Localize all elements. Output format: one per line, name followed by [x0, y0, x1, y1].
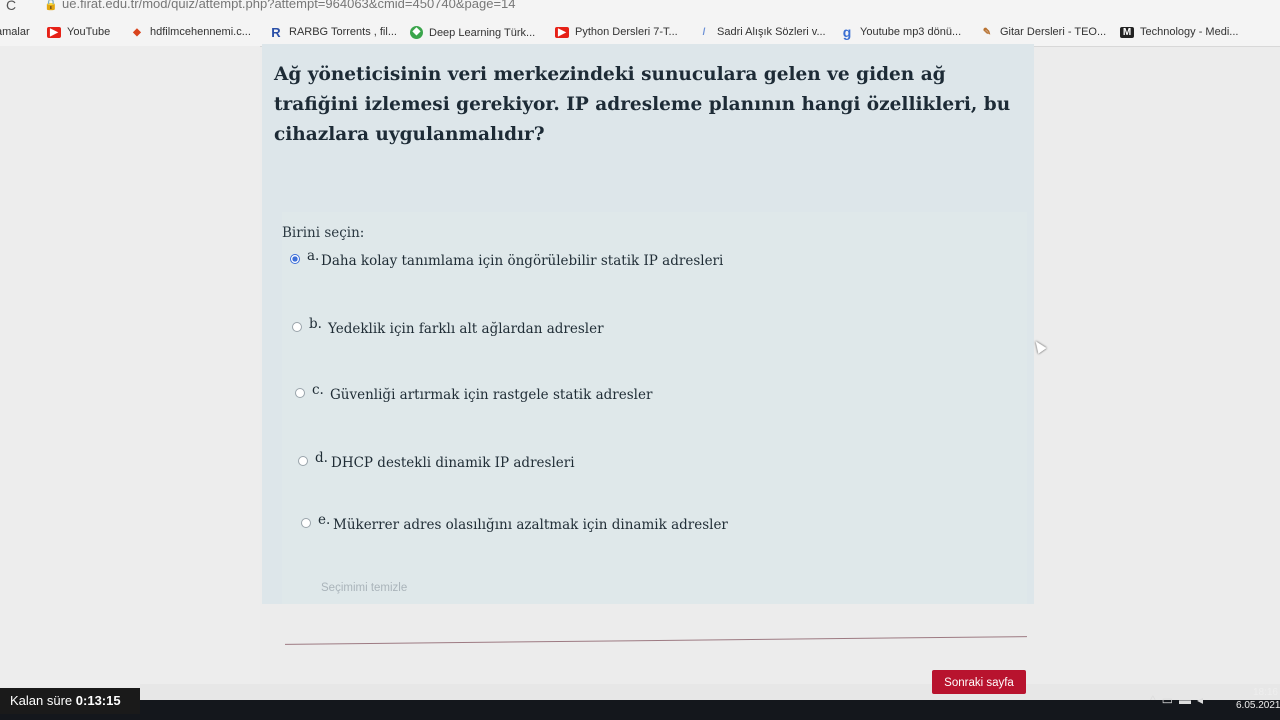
deep-learning-icon: ◆ — [410, 26, 423, 39]
divider — [285, 636, 1027, 645]
bookmark-item[interactable]: amalar — [0, 26, 30, 38]
bookmark-label: Gitar Dersleri - TEO... — [1000, 26, 1107, 38]
bookmark-item[interactable]: ◆ hdfilmcehennemi.c... — [130, 26, 251, 38]
option-letter: e. — [318, 512, 331, 528]
option-letter: b. — [309, 316, 322, 332]
address-bar[interactable]: C 🔒 ue.firat.edu.tr/mod/quiz/attempt.php… — [0, 0, 1280, 14]
option-text: Mükerrer adres olasılığını azaltmak için… — [333, 517, 728, 533]
chevron-up-icon[interactable]: ^ — [1150, 693, 1162, 707]
timer-value: 0:13:15 — [75, 693, 121, 708]
bookmark-item[interactable]: ▶ Python Dersleri 7-T... — [555, 26, 678, 38]
page-footer — [140, 684, 1280, 700]
timer: Kalan süre 0:13:15 — [0, 688, 140, 714]
option-letter: c. — [312, 382, 324, 398]
bookmark-item[interactable]: M Technology - Medi... — [1120, 26, 1238, 38]
bookmark-item[interactable]: ◆ Deep Learning Türk... — [410, 26, 535, 39]
browser-top: C 🔒 ue.firat.edu.tr/mod/quiz/attempt.php… — [0, 0, 1280, 47]
medium-icon: M — [1120, 26, 1134, 38]
bookmark-label: RARBG Torrents , fil... — [289, 26, 397, 38]
tray-icons[interactable]: ^▭▬◂ — [1150, 693, 1209, 707]
option-text: Daha kolay tanımlama için öngörülebilir … — [321, 253, 724, 269]
page-background — [0, 46, 260, 686]
taskbar-clock[interactable]: 18:16 6.05.2021 — [1236, 686, 1280, 712]
bookmark-item[interactable]: g Youtube mp3 dönü... — [840, 23, 962, 40]
reload-icon[interactable]: C — [6, 0, 16, 13]
g-icon: g — [842, 23, 852, 40]
option-text: Güvenliği artırmak için rastgele statik … — [330, 387, 653, 403]
bookmark-label: Technology - Medi... — [1140, 26, 1239, 38]
radio-button[interactable] — [301, 518, 311, 528]
bookmarks-bar: amalar ▶ YouTube ◆ hdfilmcehennemi.c... RR… — [0, 22, 1280, 44]
rarbg-icon: R — [271, 24, 281, 40]
radio-button[interactable] — [298, 456, 308, 466]
option-letter: a. — [307, 248, 320, 264]
option-text: Yedeklik için farklı alt ağlardan adresl… — [328, 321, 604, 337]
clock-date: 6.05.2021 — [1236, 700, 1280, 711]
clear-selection-link[interactable]: Seçimimi temizle — [321, 582, 407, 594]
lock-icon: 🔒 — [44, 0, 58, 11]
volume-icon[interactable]: ◂ — [1197, 693, 1209, 707]
radio-button-selected[interactable] — [290, 254, 300, 264]
bookmark-label: Python Dersleri 7-T... — [575, 26, 678, 38]
bookmark-label: Sadri Alışık Sözleri v... — [717, 26, 826, 38]
guitar-icon: ✎ — [982, 26, 992, 38]
bookmark-label: hdfilmcehennemi.c... — [150, 26, 251, 38]
bookmark-label: Deep Learning Türk... — [429, 26, 536, 39]
slash-icon: / — [702, 26, 706, 38]
bookmark-label: YouTube — [67, 26, 111, 38]
option-letter: d. — [315, 450, 328, 466]
bookmark-item[interactable]: / Sadri Alışık Sözleri v... — [697, 26, 826, 38]
bookmark-item[interactable]: ✎ Gitar Dersleri - TEO... — [980, 26, 1106, 38]
battery-icon[interactable]: ▬ — [1179, 693, 1197, 707]
option-text: DHCP destekli dinamik IP adresleri — [331, 455, 575, 471]
radio-button[interactable] — [295, 388, 305, 398]
timer-label: Kalan süre — [10, 693, 73, 708]
url-text[interactable]: ue.firat.edu.tr/mod/quiz/attempt.php?att… — [62, 0, 516, 11]
clock-time: 18:16 — [1252, 687, 1278, 698]
hd-icon: ◆ — [133, 26, 141, 38]
youtube-icon: ▶ — [555, 26, 569, 38]
bookmark-label: amalar — [0, 26, 30, 38]
next-page-button[interactable]: Sonraki sayfa — [932, 670, 1026, 694]
bookmark-item[interactable]: R RARBG Torrents , fil... — [269, 24, 397, 40]
radio-button[interactable] — [292, 322, 302, 332]
bookmark-item[interactable]: ▶ YouTube — [47, 26, 110, 38]
answer-prompt: Birini seçin: — [282, 225, 365, 241]
youtube-icon: ▶ — [47, 26, 61, 38]
question-text: Ağ yöneticisinin veri merkezindeki sunuc… — [274, 64, 1011, 145]
bookmark-label: Youtube mp3 dönü... — [860, 26, 962, 38]
network-icon[interactable]: ▭ — [1162, 693, 1179, 707]
windows-taskbar — [0, 700, 1280, 720]
answer-box — [282, 212, 1027, 604]
